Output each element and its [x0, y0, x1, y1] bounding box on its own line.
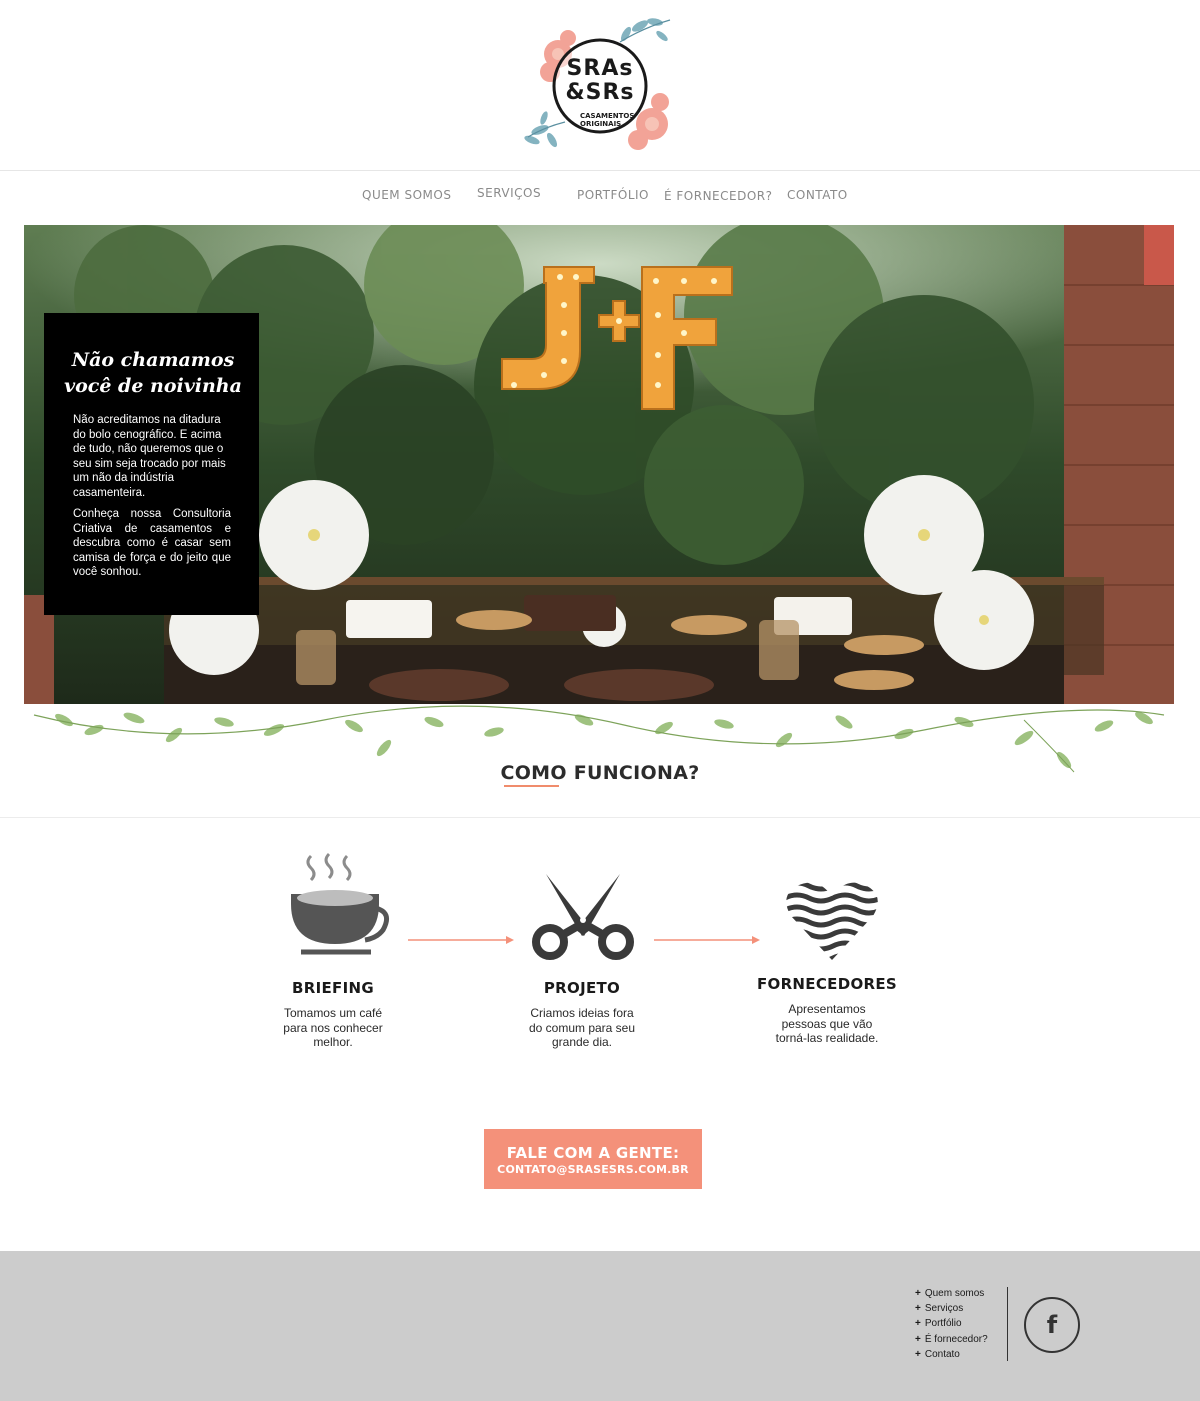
facebook-link[interactable]: f — [1024, 1297, 1080, 1353]
section-title-como-funciona: COMO FUNCIONA? — [500, 762, 700, 784]
step-title-projeto: PROJETO — [543, 979, 621, 997]
plus-icon: + — [915, 1303, 921, 1315]
footer-link-label: É fornecedor? — [924, 1333, 988, 1345]
section-divider — [0, 817, 1200, 818]
cta-line-1: FALE COM A GENTE: — [506, 1144, 680, 1162]
hero-paragraph-1: Não acreditamos na ditadura do bolo ceno… — [73, 414, 226, 499]
nav-item-servicos[interactable]: SERVIÇOS — [477, 186, 541, 200]
site-footer: + Quem somos + Serviços + Portfólio + É forn… — [0, 1251, 1200, 1401]
footer-link-label: Portfólio — [924, 1318, 962, 1330]
step-title-fornecedores: FORNECEDORES — [756, 975, 897, 993]
plus-icon: + — [915, 1318, 921, 1330]
plus-icon: + — [915, 1288, 921, 1299]
footer-link-portfolio[interactable]: + Portfólio — [915, 1316, 1005, 1331]
site-logo[interactable]: SRAs &SRs CASAMENTOS ORIGINAIS — [520, 12, 680, 154]
nav-item-portfolio[interactable]: PORTFÓLIO — [577, 188, 649, 202]
facebook-icon: f — [1046, 1311, 1058, 1339]
hero-paragraph-2: Conheça nossa Consultoria Criativa de ca… — [73, 508, 231, 578]
nav-item-quem-somos[interactable]: QUEM SOMOS — [362, 188, 451, 202]
footer-link-label: Quem somos — [924, 1288, 985, 1299]
section-title-underline — [504, 785, 559, 787]
hero-text-box: Não chamamos você de noivinha Não acredi… — [44, 313, 259, 615]
step-desc-briefing: Tomamos um café para nos conhecer melhor… — [283, 1006, 383, 1049]
logo-text-line2: &SRs — [565, 80, 635, 105]
logo-text-line1: SRAs — [566, 56, 634, 81]
step-desc-projeto: Criamos ideias fora do comum para seu gr… — [528, 1006, 636, 1049]
scissors-icon — [532, 874, 634, 960]
footer-nav: + Quem somos + Serviços + Portfólio + É forn… — [915, 1286, 1005, 1362]
footer-link-label: Contato — [924, 1348, 960, 1360]
heart-icon — [786, 882, 878, 961]
nav-item-contato[interactable]: CONTATO — [787, 188, 848, 202]
footer-link-label: Serviços — [924, 1303, 964, 1315]
footer-link-fornecedor[interactable]: + É fornecedor? — [915, 1332, 1005, 1347]
logo-tagline: CASAMENTOS ORIGINAIS — [580, 112, 635, 128]
footer-link-quem-somos[interactable]: + Quem somos — [915, 1286, 1005, 1301]
plus-icon: + — [915, 1348, 921, 1360]
cta-email[interactable]: CONTATO@SRASESRS.COM.BR — [484, 1163, 702, 1176]
hero-title: Não chamamos você de noivinha — [64, 349, 242, 397]
page: SRAs &SRs CASAMENTOS ORIGINAIS QUEM SOMO… — [0, 0, 1200, 1401]
footer-link-servicos[interactable]: + Serviços — [915, 1301, 1005, 1316]
contact-cta-button[interactable]: FALE COM A GENTE: CONTATO@SRASESRS.COM.B… — [484, 1129, 702, 1189]
hero-banner: Não chamamos você de noivinha Não acredi… — [24, 225, 1174, 704]
arrow-right-icon — [408, 936, 514, 944]
main-nav: QUEM SOMOS SERVIÇOS PORTFÓLIO É FORNECED… — [0, 186, 1200, 208]
step-desc-fornecedores: Apresentamos pessoas que vão torná-las r… — [775, 1002, 879, 1045]
plus-icon: + — [915, 1333, 921, 1345]
header-divider — [0, 170, 1200, 171]
step-title-briefing: BRIEFING — [292, 979, 374, 997]
nav-item-fornecedor[interactable]: É FORNECEDOR? — [664, 189, 773, 203]
coffee-cup-icon — [291, 852, 390, 955]
footer-divider — [1007, 1287, 1008, 1361]
arrow-right-icon — [654, 936, 760, 944]
footer-link-contato[interactable]: + Contato — [915, 1347, 1005, 1362]
